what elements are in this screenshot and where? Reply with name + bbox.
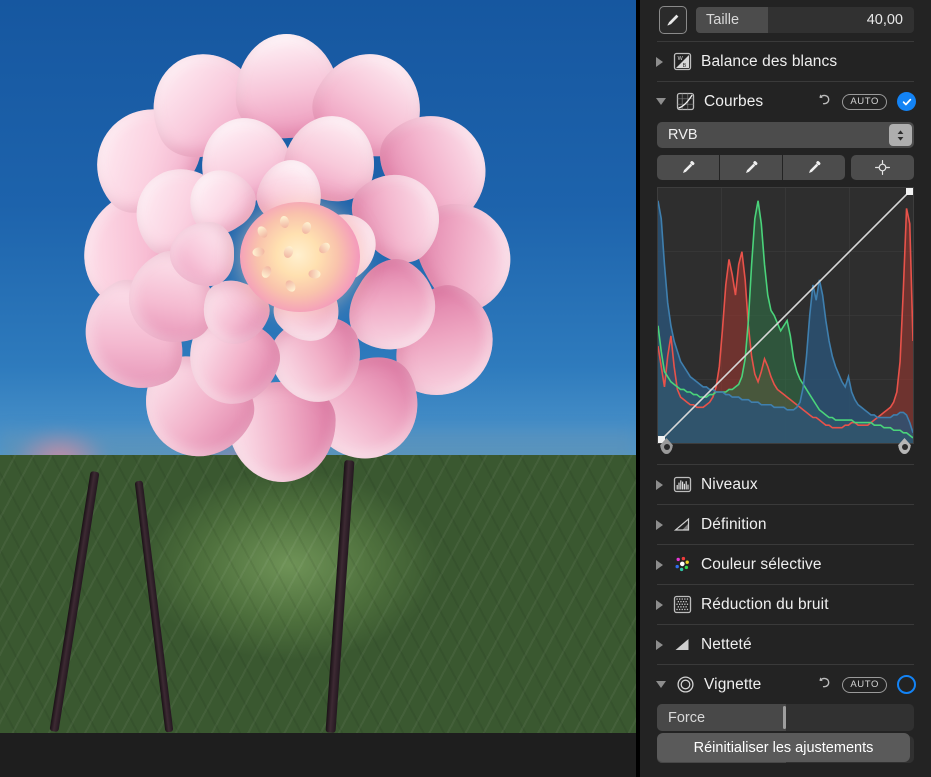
disclosure-triangle-icon[interactable] xyxy=(656,560,663,570)
disclosure-triangle-icon[interactable] xyxy=(656,57,663,67)
slider-thumb[interactable] xyxy=(783,706,786,729)
levels-icon xyxy=(671,474,693,496)
gray-point-eyedropper[interactable] xyxy=(720,155,782,180)
white-point-eyedropper[interactable] xyxy=(783,155,845,180)
brush-icon[interactable] xyxy=(659,6,687,34)
selective-color-icon xyxy=(671,554,693,576)
section-controls: AUTO xyxy=(816,92,916,112)
svg-text:W: W xyxy=(677,56,683,62)
flower-center xyxy=(240,202,360,312)
channel-select[interactable]: RVB xyxy=(657,122,914,148)
section-label: Réduction du bruit xyxy=(701,596,829,614)
photo-image[interactable] xyxy=(0,0,636,733)
dahlia-flower xyxy=(80,52,500,482)
section-label: Netteté xyxy=(701,636,752,654)
auto-button[interactable]: AUTO xyxy=(842,94,887,110)
disclosure-triangle-icon[interactable] xyxy=(656,480,663,490)
disclosure-triangle-icon[interactable] xyxy=(656,520,663,530)
slider-label: Force xyxy=(657,710,705,726)
histogram-chart xyxy=(658,188,913,443)
white-balance-icon: W B xyxy=(671,51,693,73)
disclosure-triangle-icon[interactable] xyxy=(656,98,666,105)
section-balance-des-blancs[interactable]: W B Balance des blancs xyxy=(640,42,931,81)
section-label: Balance des blancs xyxy=(701,53,837,71)
photo-viewer xyxy=(0,0,636,777)
brush-size-row: Taille 40,00 xyxy=(640,0,931,41)
eyedropper-group xyxy=(657,155,845,180)
section-toggle-courbes[interactable] xyxy=(897,92,916,111)
sharpen-icon xyxy=(671,634,693,656)
photos-edit-window: Taille 40,00 W B Balance des blancs xyxy=(0,0,931,777)
curves-histogram-editor[interactable] xyxy=(657,187,914,444)
channel-select-value: RVB xyxy=(668,127,698,143)
curves-controls: RVB xyxy=(640,121,931,460)
noise-reduction-icon xyxy=(671,594,693,616)
disclosure-triangle-icon[interactable] xyxy=(656,681,666,688)
adjustments-sidebar: Taille 40,00 W B Balance des blancs xyxy=(640,0,931,777)
section-label: Vignette xyxy=(704,676,761,694)
brush-size-label: Taille xyxy=(696,12,739,28)
disclosure-triangle-icon[interactable] xyxy=(656,600,663,610)
revert-icon[interactable] xyxy=(816,92,832,112)
section-vignette[interactable]: Vignette AUTO xyxy=(640,665,931,704)
add-point-target-button[interactable] xyxy=(851,155,914,180)
section-nettete[interactable]: Netteté xyxy=(640,625,931,664)
section-couleur-selective[interactable]: Couleur sélective xyxy=(640,545,931,584)
section-toggle-vignette[interactable] xyxy=(897,675,916,694)
vignette-force-slider[interactable]: Force xyxy=(657,704,914,731)
section-label: Couleur sélective xyxy=(701,556,822,574)
curve-handles xyxy=(657,444,914,460)
brush-size-value: 40,00 xyxy=(867,12,914,28)
section-label: Niveaux xyxy=(701,476,758,494)
svg-text:B: B xyxy=(682,63,686,69)
curves-icon xyxy=(674,91,696,113)
section-niveaux[interactable]: Niveaux xyxy=(640,465,931,504)
section-courbes[interactable]: Courbes AUTO xyxy=(640,82,931,121)
chevron-updown-icon[interactable] xyxy=(889,124,912,146)
section-reduction-du-bruit[interactable]: Réduction du bruit xyxy=(640,585,931,624)
brush-size-slider[interactable]: Taille 40,00 xyxy=(696,7,914,33)
disclosure-triangle-icon[interactable] xyxy=(656,640,663,650)
section-label: Définition xyxy=(701,516,767,534)
section-definition[interactable]: Définition xyxy=(640,505,931,544)
section-label: Courbes xyxy=(704,93,763,111)
definition-icon xyxy=(671,514,693,536)
section-controls: AUTO xyxy=(816,675,916,695)
vignette-icon xyxy=(674,674,696,696)
reset-adjustments-button[interactable]: Réinitialiser les ajustements xyxy=(657,733,910,762)
eyedropper-row xyxy=(657,155,914,180)
curve-control-point-1 xyxy=(906,188,913,195)
revert-icon[interactable] xyxy=(816,675,832,695)
auto-button[interactable]: AUTO xyxy=(842,677,887,693)
black-point-eyedropper[interactable] xyxy=(657,155,719,180)
